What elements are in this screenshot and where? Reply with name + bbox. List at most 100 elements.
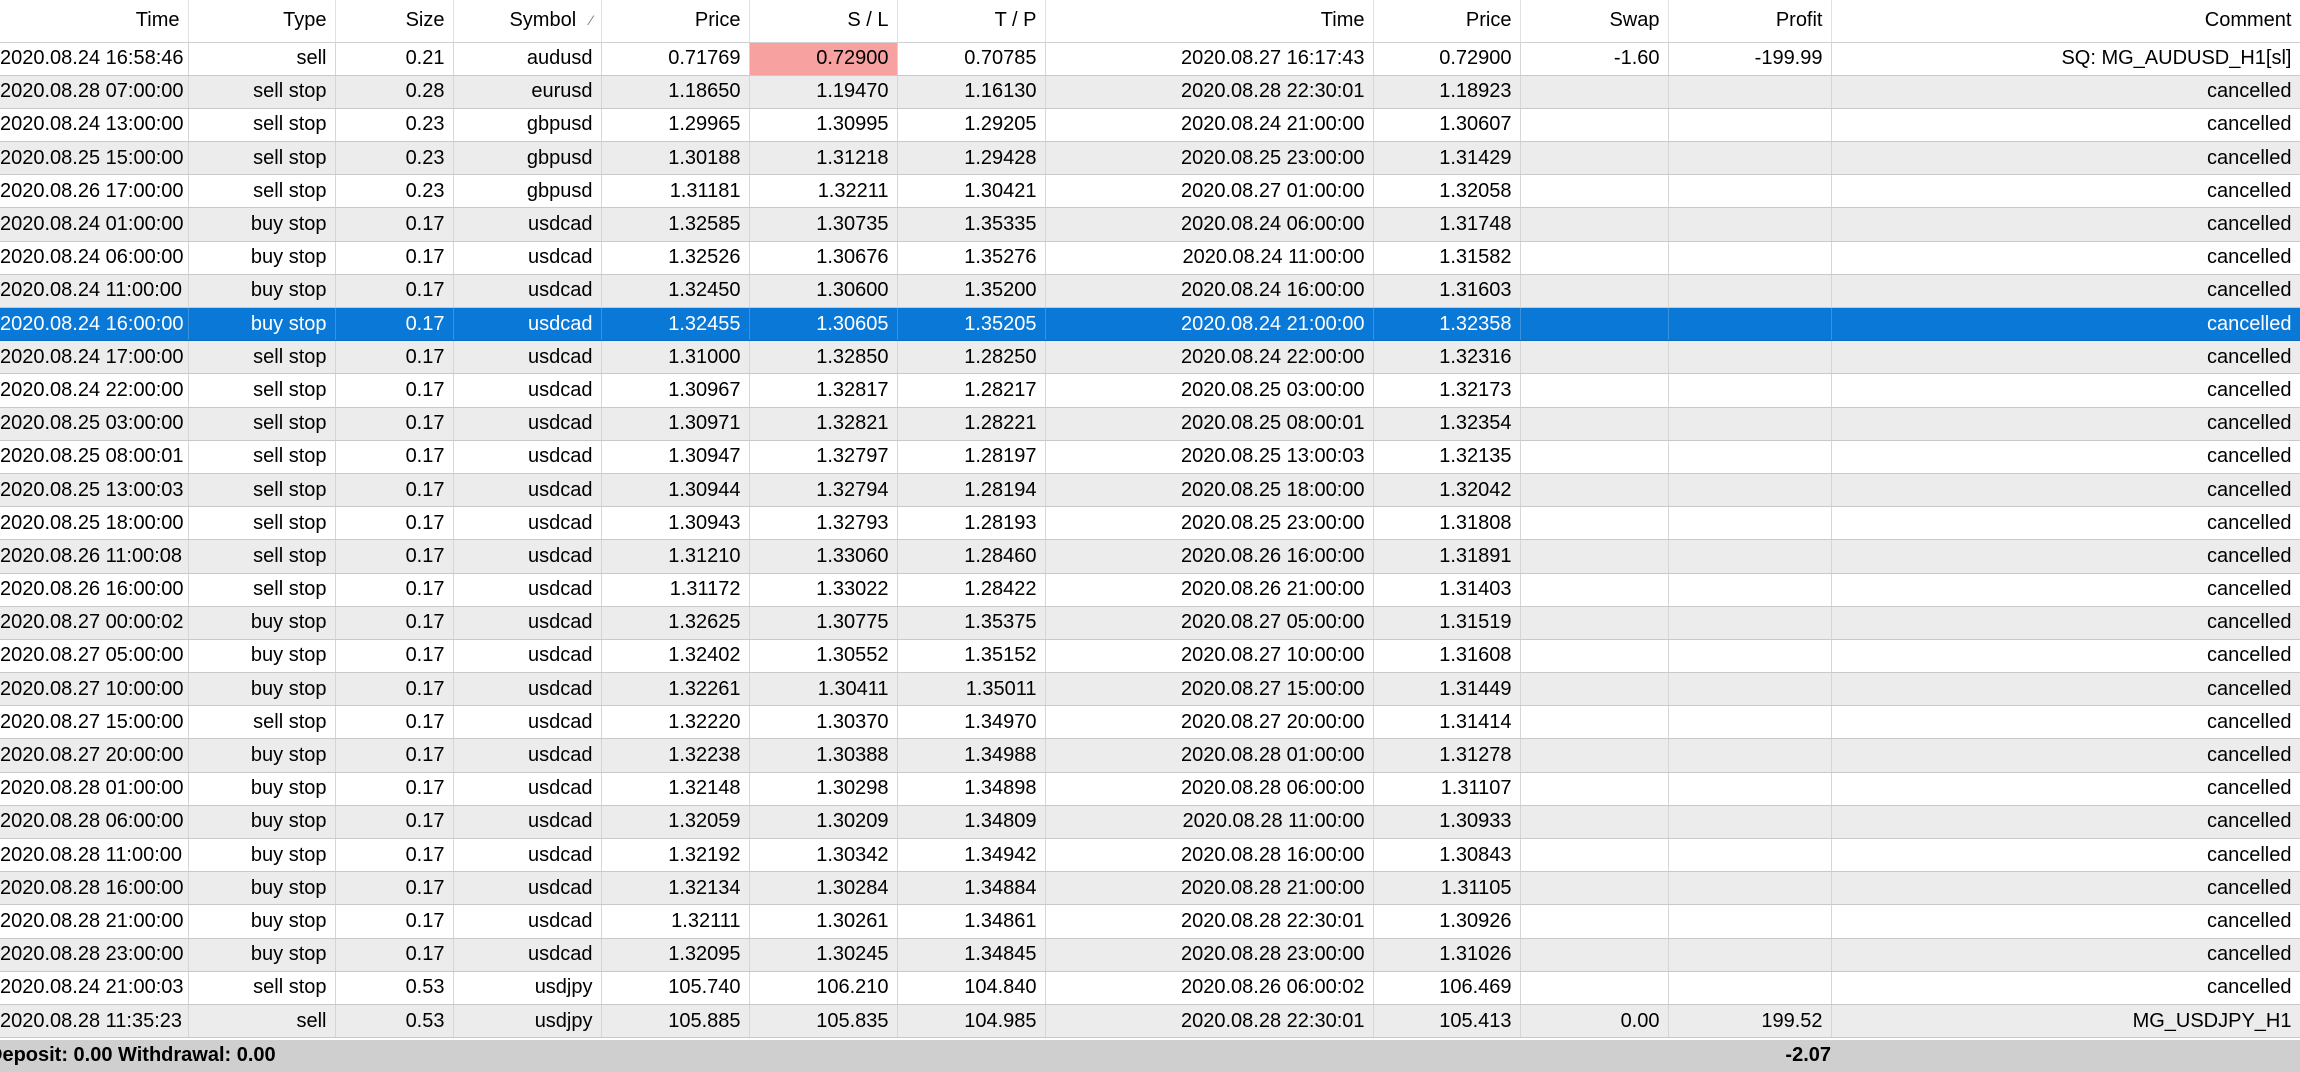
table-row[interactable]: 2020.08.24 13:00:00 sell stop 0.23 gbpusd 1.…: [0, 108, 2300, 143]
column-header-type[interactable]: Type: [188, 0, 336, 43]
table-row[interactable]: 2020.08.24 17:00:00 sell stop 0.17 usdcad 1.…: [0, 340, 2300, 375]
table-row[interactable]: 2020.08.28 16:00:00 buy stop 0.17 usdcad 1.3…: [0, 871, 2300, 906]
cell-close-price: 105.413: [1373, 1004, 1521, 1039]
cell-profit: [1668, 639, 1832, 674]
cell-swap: [1520, 539, 1669, 574]
cell-open-price: 1.31000: [601, 340, 750, 375]
cell-tp: 1.30421: [897, 174, 1046, 209]
cell-sl: 1.19470: [749, 75, 898, 109]
table-row[interactable]: 2020.08.26 16:00:00 sell stop 0.17 usdcad 1.…: [0, 573, 2300, 607]
cell-profit: [1668, 805, 1832, 840]
table-row[interactable]: 2020.08.26 11:00:08 sell stop 0.17 usdcad 1.…: [0, 539, 2300, 574]
cell-close-price: 1.32135: [1373, 440, 1521, 474]
cell-sl: 1.30676: [749, 241, 898, 275]
column-header-open-time[interactable]: Time: [0, 0, 189, 43]
cell-type: sell stop: [188, 108, 336, 143]
column-header-comment[interactable]: Comment: [1831, 0, 2300, 43]
cell-symbol: usdcad: [453, 738, 602, 773]
table-row[interactable]: 2020.08.25 18:00:00 sell stop 0.17 usdcad 1.…: [0, 506, 2300, 541]
cell-comment: cancelled: [1831, 75, 2300, 109]
cell-profit: [1668, 473, 1832, 508]
cell-open-price: 1.32095: [601, 938, 750, 972]
cell-comment: cancelled: [1831, 838, 2300, 873]
cell-tp: 1.28460: [897, 539, 1046, 574]
cell-tp: 1.28250: [897, 340, 1046, 375]
cell-tp: 1.35152: [897, 639, 1046, 674]
cell-swap: [1520, 440, 1669, 474]
cell-swap: [1520, 805, 1669, 840]
column-header-open-price[interactable]: Price: [601, 0, 750, 43]
cell-sl: 1.30298: [749, 772, 898, 806]
table-row[interactable]: 2020.08.27 00:00:02 buy stop 0.17 usdcad 1.3…: [0, 606, 2300, 640]
cell-profit: [1668, 705, 1832, 740]
column-header-label: Time: [1320, 9, 1365, 32]
cell-swap: [1520, 307, 1669, 342]
table-row[interactable]: 2020.08.24 21:00:03 sell stop 0.53 usdjpy 10…: [0, 971, 2300, 1005]
cell-close-time: 2020.08.28 11:00:00: [1045, 805, 1374, 840]
cell-size: 0.17: [335, 838, 454, 873]
column-header-size[interactable]: Size: [335, 0, 454, 43]
cell-open-price: 1.30967: [601, 373, 750, 408]
table-row[interactable]: 2020.08.28 21:00:00 buy stop 0.17 usdcad 1.3…: [0, 904, 2300, 939]
cell-type: buy stop: [188, 871, 336, 906]
table-row[interactable]: 2020.08.24 01:00:00 buy stop 0.17 usdcad 1.3…: [0, 207, 2300, 242]
cell-profit: [1668, 373, 1832, 408]
table-row[interactable]: 2020.08.24 16:58:46 sell 0.21 audusd 0.71769…: [0, 42, 2300, 76]
table-row[interactable]: 2020.08.28 23:00:00 buy stop 0.17 usdcad 1.3…: [0, 938, 2300, 972]
table-row[interactable]: 2020.08.27 05:00:00 buy stop 0.17 usdcad 1.3…: [0, 639, 2300, 674]
cell-open-price: 105.885: [601, 1004, 750, 1039]
cell-open-price: 1.31181: [601, 174, 750, 209]
table-row[interactable]: 2020.08.24 11:00:00 buy stop 0.17 usdcad 1.3…: [0, 274, 2300, 309]
column-header-sl[interactable]: S / L: [749, 0, 898, 43]
cell-open-price: 1.32402: [601, 639, 750, 674]
cell-profit: [1668, 440, 1832, 474]
column-header-label: Type: [283, 9, 327, 32]
cell-open-time: 2020.08.27 00:00:02: [0, 606, 189, 640]
column-header-close-price[interactable]: Price: [1373, 0, 1521, 43]
table-row[interactable]: 2020.08.26 17:00:00 sell stop 0.23 gbpusd 1.…: [0, 174, 2300, 209]
column-header-profit[interactable]: Profit: [1668, 0, 1832, 43]
cell-comment: cancelled: [1831, 373, 2300, 408]
deposit-withdrawal-summary: Deposit: 0.00 Withdrawal: 0.00: [0, 1044, 276, 1066]
table-row[interactable]: 2020.08.25 08:00:01 sell stop 0.17 usdcad 1.…: [0, 440, 2300, 474]
cell-sl: 1.30209: [749, 805, 898, 840]
table-row[interactable]: 2020.08.24 06:00:00 buy stop 0.17 usdcad 1.3…: [0, 241, 2300, 275]
cell-tp: 1.28221: [897, 407, 1046, 441]
cell-symbol: usdcad: [453, 705, 602, 740]
table-row[interactable]: 2020.08.28 06:00:00 buy stop 0.17 usdcad 1.3…: [0, 805, 2300, 840]
cell-close-price: 1.31403: [1373, 573, 1521, 607]
table-row[interactable]: 2020.08.28 01:00:00 buy stop 0.17 usdcad 1.3…: [0, 772, 2300, 806]
column-header-close-time[interactable]: Time: [1045, 0, 1374, 43]
cell-close-price: 1.32173: [1373, 373, 1521, 408]
cell-open-price: 1.32526: [601, 241, 750, 275]
table-row[interactable]: 2020.08.28 07:00:00 sell stop 0.28 eurusd 1.…: [0, 75, 2300, 109]
cell-open-price: 0.71769: [601, 42, 750, 76]
cell-profit: [1668, 174, 1832, 209]
cell-close-price: 1.30843: [1373, 838, 1521, 873]
cell-sl: 1.30370: [749, 705, 898, 740]
column-header-tp[interactable]: T / P: [897, 0, 1046, 43]
cell-comment: cancelled: [1831, 805, 2300, 840]
table-row[interactable]: 2020.08.25 03:00:00 sell stop 0.17 usdcad 1.…: [0, 407, 2300, 441]
table-row[interactable]: 2020.08.27 10:00:00 buy stop 0.17 usdcad 1.3…: [0, 672, 2300, 707]
table-row-selected[interactable]: 2020.08.24 16:00:00 buy stop 0.17 usdcad 1.3…: [0, 307, 2300, 342]
table-row[interactable]: 2020.08.28 11:00:00 buy stop 0.17 usdcad 1.3…: [0, 838, 2300, 873]
table-row[interactable]: 2020.08.25 13:00:03 sell stop 0.17 usdcad 1.…: [0, 473, 2300, 508]
table-row[interactable]: 2020.08.28 11:35:23 sell 0.53 usdjpy 105.885…: [0, 1004, 2300, 1039]
cell-type: buy stop: [188, 838, 336, 873]
column-header-symbol[interactable]: Symbol ⁄: [453, 0, 602, 43]
column-header-swap[interactable]: Swap: [1520, 0, 1669, 43]
table-row[interactable]: 2020.08.27 20:00:00 buy stop 0.17 usdcad 1.3…: [0, 738, 2300, 773]
cell-symbol: usdcad: [453, 440, 602, 474]
cell-tp: 1.35200: [897, 274, 1046, 309]
cell-open-time: 2020.08.24 16:58:46: [0, 42, 189, 76]
table-row[interactable]: 2020.08.27 15:00:00 sell stop 0.17 usdcad 1.…: [0, 705, 2300, 740]
table-row[interactable]: 2020.08.24 22:00:00 sell stop 0.17 usdcad 1.…: [0, 373, 2300, 408]
cell-type: sell stop: [188, 506, 336, 541]
cell-type: sell stop: [188, 174, 336, 209]
cell-profit: [1668, 738, 1832, 773]
table-row[interactable]: 2020.08.25 15:00:00 sell stop 0.23 gbpusd 1.…: [0, 141, 2300, 176]
cell-open-price: 1.30943: [601, 506, 750, 541]
cell-profit: [1668, 904, 1832, 939]
cell-profit: -199.99: [1668, 42, 1832, 76]
